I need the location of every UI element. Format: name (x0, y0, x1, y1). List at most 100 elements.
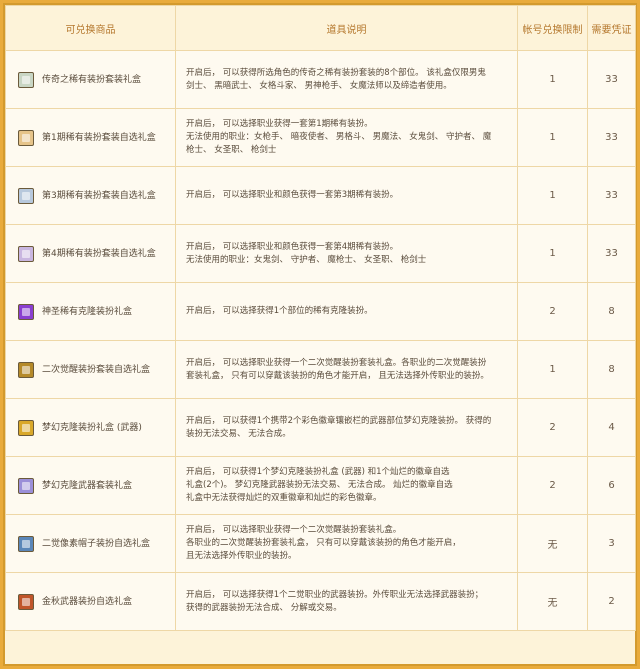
exchange-table: 可兑换商品 道具说明 帐号兑换限制 需要凭证 传奇之稀有装扮套装礼盒开启后， 可… (5, 5, 636, 631)
description-cell: 开启后， 可以选择职业获得一个二次觉醒装扮套装礼盒。各职业的二次觉醒装扮套装礼盒… (175, 514, 518, 573)
account-limit-value: 2 (517, 282, 588, 341)
header-account-limit: 帐号兑换限制 (517, 5, 588, 51)
description-cell: 开启后， 可以选择职业和颜色获得一套第4期稀有装扮。无法使用的职业：女鬼剑、 守… (175, 224, 518, 283)
account-limit-value: 无 (517, 514, 588, 573)
description-line: 且无法选择外传职业的装扮。 (186, 551, 297, 561)
description-line: 无法使用的职业：女鬼剑、 守护者、 魔枪士、 女圣职、 枪剑士 (186, 254, 427, 265)
item-cell: 第3期稀有装扮套装自选礼盒 (5, 166, 176, 225)
item[interactable]: 梦幻克隆装扮礼盒 (武器) (6, 419, 175, 436)
item[interactable]: 二觉像素帽子装扮自选礼盒 (6, 535, 175, 552)
item-name: 第1期稀有装扮套装自选礼盒 (42, 132, 156, 143)
gift-box-icon (18, 71, 34, 88)
table-row: 梦幻克隆装扮礼盒 (武器) 开启后， 可以获得1个携带2个彩色徽章镶嵌栏的武器部位… (5, 398, 636, 457)
autumn-weapon-box-icon (18, 593, 34, 610)
description-line: 开启后， 可以选择获得1个二觉职业的武器装扮。外传职业无法选择武器装扮； (186, 589, 484, 600)
gift-box-icon (18, 129, 34, 146)
item-description: 开启后， 可以选择职业获得一个二次觉醒装扮套装礼盒。各职业的二次觉醒装扮套装礼盒… (176, 524, 517, 563)
description-cell: 开启后， 可以获得1个梦幻克隆装扮礼盒 (武器) 和1个灿烂的徽章自选 礼盒(2个… (175, 456, 518, 515)
item-description: 开启后， 可以获得所选角色的传奇之稀有装扮套装的8个部位。 该礼盒仅限男鬼 剑士、… (176, 67, 517, 93)
item[interactable]: 传奇之稀有装扮套装礼盒 (6, 71, 175, 88)
voucher-cost-value: 3 (587, 514, 636, 573)
item-description: 开启后， 可以获得1个携带2个彩色徽章镶嵌栏的武器部位梦幻克隆装扮。 获得的 装扮… (176, 415, 517, 441)
item-cell: 金秋武器装扮自选礼盒 (5, 572, 176, 631)
account-limit-value: 2 (517, 398, 588, 457)
description-line: 开启后， 可以获得1个携带2个彩色徽章镶嵌栏的武器部位梦幻克隆装扮。 获得的 (186, 415, 492, 426)
item-description: 开启后， 可以选择职业获得一套第1期稀有装扮。 无法使用的职业：女枪手、 暗夜使者… (176, 118, 517, 157)
item-cell: 神圣稀有克隆装扮礼盒 (5, 282, 176, 341)
table-row: 第4期稀有装扮套装自选礼盒 开启后， 可以选择职业和颜色获得一套第4期稀有装扮。无… (5, 224, 636, 283)
account-limit-value: 1 (517, 224, 588, 283)
description-line: 套装礼盒， 只有可以穿戴该装扮的角色才能开启， 且无法选择外传职业的装扮。 (186, 370, 489, 381)
item-name: 金秋武器装扮自选礼盒 (42, 596, 133, 607)
item-description: 开启后， 可以选择获得1个二觉职业的武器装扮。外传职业无法选择武器装扮； 获得的武… (176, 589, 517, 615)
voucher-cost-value: 33 (587, 166, 636, 225)
header-item: 可兑换商品 (5, 5, 176, 51)
description-line: 各职业的二次觉醒装扮套装礼盒， 只有可以穿戴该装扮的角色才能开启， (186, 538, 461, 548)
description-line: 开启后， 可以选择获得1个部位的稀有克隆装扮。 (186, 306, 373, 316)
description-line: 枪士、 女圣职、 枪剑士 (186, 145, 277, 155)
account-limit-value: 2 (517, 456, 588, 515)
item-description: 开启后， 可以选择职业和颜色获得一套第3期稀有装扮。 (176, 189, 517, 202)
description-line: 装扮无法交易、 无法合成。 (186, 428, 291, 439)
item-description: 开启后， 可以选择职业获得一个二次觉醒装扮套装礼盒。各职业的二次觉醒装扮套装礼盒… (176, 357, 517, 383)
voucher-cost-value: 33 (587, 50, 636, 109)
table-row: 金秋武器装扮自选礼盒 开启后， 可以选择获得1个二觉职业的武器装扮。外传职业无法选… (5, 572, 636, 631)
account-limit-value: 1 (517, 340, 588, 399)
item-name: 第3期稀有装扮套装自选礼盒 (42, 190, 156, 201)
account-limit-value: 1 (517, 166, 588, 225)
description-line: 开启后， 可以选择职业获得一个二次觉醒装扮套装礼盒。各职业的二次觉醒装扮 (186, 357, 487, 368)
description-line: 礼盒(2个)。 梦幻克隆武器装扮无法交易、 无法合成。 灿烂的徽章自选 (186, 480, 453, 490)
item[interactable]: 第4期稀有装扮套装自选礼盒 (6, 245, 175, 262)
purple-box-icon (18, 303, 34, 320)
item[interactable]: 神圣稀有克隆装扮礼盒 (6, 303, 175, 320)
description-line: 礼盒中无法获得灿烂的双重徽章和灿烂的彩色徽章。 (186, 493, 382, 503)
description-cell: 开启后， 可以获得1个携带2个彩色徽章镶嵌栏的武器部位梦幻克隆装扮。 获得的 装扮… (175, 398, 518, 457)
gift-box-icon (18, 187, 34, 204)
description-line: 开启后， 可以选择职业和颜色获得一套第4期稀有装扮。 (186, 241, 399, 252)
item-name: 神圣稀有克隆装扮礼盒 (42, 306, 133, 317)
description-line: 开启后， 可以获得所选角色的传奇之稀有装扮套装的8个部位。 该礼盒仅限男鬼 (186, 67, 486, 78)
description-cell: 开启后， 可以选择职业获得一套第1期稀有装扮。 无法使用的职业：女枪手、 暗夜使者… (175, 108, 518, 167)
item-cell: 第4期稀有装扮套装自选礼盒 (5, 224, 176, 283)
table-row: 传奇之稀有装扮套装礼盒 开启后， 可以获得所选角色的传奇之稀有装扮套装的8个部位。… (5, 50, 636, 109)
item-cell: 传奇之稀有装扮套装礼盒 (5, 50, 176, 109)
item-name: 二次觉醒装扮套装自选礼盒 (42, 364, 151, 375)
description-line: 剑士、 黑暗武士、 女格斗家、 男神枪手、 女魔法师以及缔造者使用。 (186, 80, 452, 91)
item[interactable]: 第1期稀有装扮套装自选礼盒 (6, 129, 175, 146)
description-line: 开启后， 可以选择职业获得一套第1期稀有装扮。 (186, 119, 373, 129)
item[interactable]: 梦幻克隆武器套装礼盒 (6, 477, 175, 494)
voucher-cost-value: 33 (587, 108, 636, 167)
voucher-cost-value: 6 (587, 456, 636, 515)
account-limit-value: 无 (517, 572, 588, 631)
item-name: 二觉像素帽子装扮自选礼盒 (42, 538, 151, 549)
item-cell: 梦幻克隆装扮礼盒 (武器) (5, 398, 176, 457)
description-cell: 开启后， 可以选择职业和颜色获得一套第3期稀有装扮。 (175, 166, 518, 225)
table-header-row: 可兑换商品 道具说明 帐号兑换限制 需要凭证 (5, 5, 636, 51)
item-name: 梦幻克隆武器套装礼盒 (42, 480, 133, 491)
item-cell: 二次觉醒装扮套装自选礼盒 (5, 340, 176, 399)
voucher-cost-value: 33 (587, 224, 636, 283)
item-name: 传奇之稀有装扮套装礼盒 (42, 74, 142, 85)
item-description: 开启后， 可以选择获得1个部位的稀有克隆装扮。 (176, 305, 517, 318)
table-row: 二次觉醒装扮套装自选礼盒 开启后， 可以选择职业获得一个二次觉醒装扮套装礼盒。各职… (5, 340, 636, 399)
table-row: 第3期稀有装扮套装自选礼盒 开启后， 可以选择职业和颜色获得一套第3期稀有装扮。 1… (5, 166, 636, 225)
description-cell: 开启后， 可以选择获得1个部位的稀有克隆装扮。 (175, 282, 518, 341)
weapon-box-icon (18, 419, 34, 436)
table-row: 第1期稀有装扮套装自选礼盒 开启后， 可以选择职业获得一套第1期稀有装扮。 无法使用… (5, 108, 636, 167)
sword-icon (18, 477, 34, 494)
item[interactable]: 金秋武器装扮自选礼盒 (6, 593, 175, 610)
item-cell: 梦幻克隆武器套装礼盒 (5, 456, 176, 515)
description-line: 开启后， 可以选择职业获得一个二次觉醒装扮套装礼盒。 (186, 525, 402, 535)
voucher-cost-value: 8 (587, 340, 636, 399)
item[interactable]: 第3期稀有装扮套装自选礼盒 (6, 187, 175, 204)
item-description: 开启后， 可以获得1个梦幻克隆装扮礼盒 (武器) 和1个灿烂的徽章自选 礼盒(2个… (176, 466, 517, 505)
voucher-cost-value: 2 (587, 572, 636, 631)
item-cell: 第1期稀有装扮套装自选礼盒 (5, 108, 176, 167)
table-row: 神圣稀有克隆装扮礼盒 开启后， 可以选择获得1个部位的稀有克隆装扮。 2 8 (5, 282, 636, 341)
gold-box-icon (18, 361, 34, 378)
description-cell: 开启后， 可以选择获得1个二觉职业的武器装扮。外传职业无法选择武器装扮； 获得的武… (175, 572, 518, 631)
item-name: 梦幻克隆装扮礼盒 (武器) (42, 422, 142, 433)
item[interactable]: 二次觉醒装扮套装自选礼盒 (6, 361, 175, 378)
gift-box-icon (18, 245, 34, 262)
account-limit-value: 1 (517, 50, 588, 109)
